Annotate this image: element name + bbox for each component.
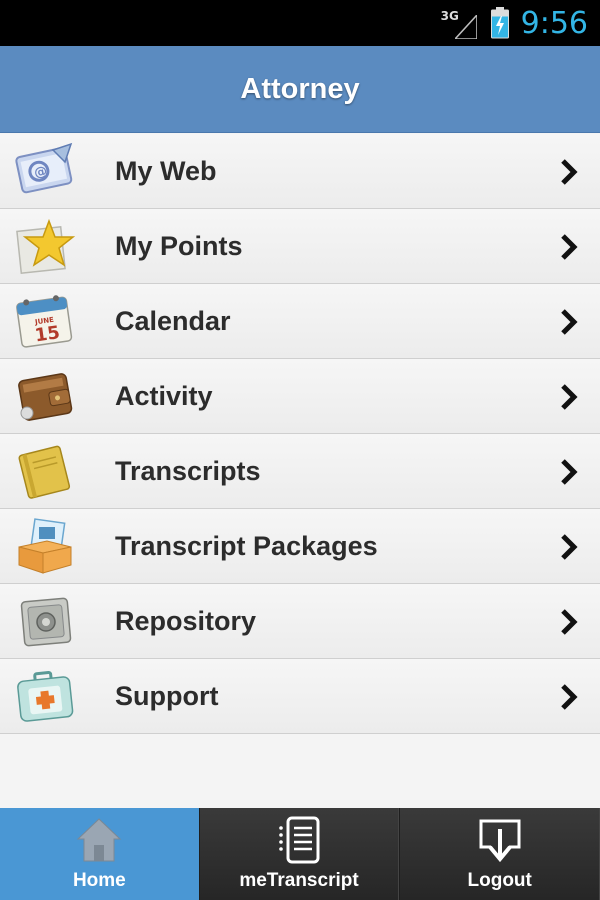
- chevron-right-icon: [561, 459, 578, 485]
- tab-logout[interactable]: Logout: [399, 808, 600, 900]
- battery-icon: [490, 7, 509, 39]
- wallet-icon: [10, 365, 80, 427]
- status-bar: 3G 9:56: [0, 0, 600, 46]
- menu-item-label: Transcripts: [115, 456, 261, 486]
- tab-label: Home: [72, 870, 126, 891]
- menu-item-label: Calendar: [115, 306, 231, 336]
- notebook-icon: [10, 440, 80, 502]
- star-icon: [10, 215, 80, 277]
- menu-item-label: Transcript Packages: [115, 531, 378, 561]
- menu-item-my-points[interactable]: My Points: [0, 209, 600, 284]
- menu-item-label: My Web: [115, 156, 217, 186]
- safe-icon: [10, 590, 80, 652]
- menu-item-my-web[interactable]: @ My Web: [0, 134, 600, 209]
- menu-item-transcript-packages[interactable]: Transcript Packages: [0, 509, 600, 584]
- tab-label: meTranscript: [239, 870, 359, 891]
- chevron-right-icon: [561, 309, 578, 335]
- tab-label: Logout: [467, 870, 532, 891]
- home-icon: [76, 814, 122, 866]
- menu-list: @ My Web My Points JUNE 15 Calendar Acti…: [0, 134, 600, 734]
- chevron-right-icon: [561, 234, 578, 260]
- tablet-document-icon: [276, 814, 322, 866]
- menu-item-transcripts[interactable]: Transcripts: [0, 434, 600, 509]
- tab-home[interactable]: Home: [0, 808, 199, 900]
- chevron-right-icon: [561, 384, 578, 410]
- chevron-right-icon: [561, 159, 578, 185]
- bottom-tab-bar: Home meTranscript Logout: [0, 808, 600, 900]
- tab-metranscript[interactable]: meTranscript: [198, 808, 400, 900]
- first-aid-kit-icon: [10, 665, 80, 727]
- menu-item-calendar[interactable]: JUNE 15 Calendar: [0, 284, 600, 359]
- chevron-right-icon: [561, 684, 578, 710]
- menu-item-activity[interactable]: Activity: [0, 359, 600, 434]
- chevron-right-icon: [561, 609, 578, 635]
- status-clock: 9:56: [520, 5, 588, 41]
- menu-item-repository[interactable]: Repository: [0, 584, 600, 659]
- menu-item-label: Repository: [115, 606, 257, 636]
- chevron-right-icon: [561, 534, 578, 560]
- menu-item-support[interactable]: Support: [0, 659, 600, 734]
- page-title: Attorney: [240, 72, 360, 105]
- logout-download-icon: [477, 814, 523, 866]
- signal-indicator: 3G: [441, 7, 477, 39]
- app-header: Attorney: [0, 46, 600, 133]
- menu-item-label: Support: [115, 681, 219, 711]
- package-box-icon: [10, 515, 80, 577]
- menu-item-label: My Points: [115, 231, 243, 261]
- calendar-icon: JUNE 15: [10, 290, 80, 352]
- calendar-day: 15: [34, 322, 62, 346]
- signal-icon: [454, 15, 477, 39]
- menu-item-label: Activity: [115, 381, 213, 411]
- web-browser-icon: @: [10, 140, 80, 202]
